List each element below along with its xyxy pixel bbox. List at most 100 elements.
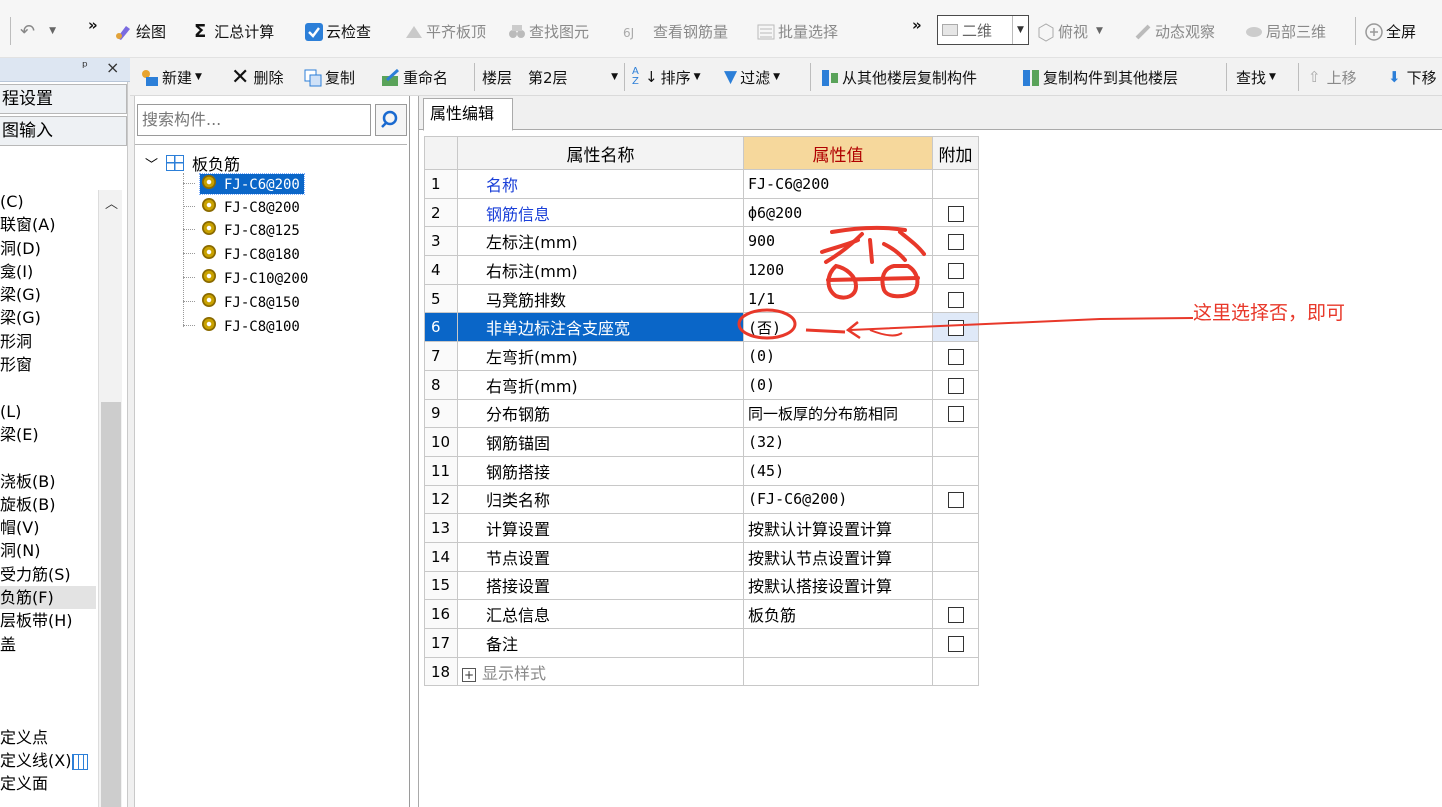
list-item[interactable]: 洞(N) [0, 539, 98, 562]
list-item[interactable] [0, 679, 98, 702]
list-item[interactable]: 定义点 [0, 726, 98, 749]
floor-select[interactable]: 第2层 ▼ [528, 63, 620, 91]
table-row[interactable]: 2 钢筋信息 ф6@200 [424, 197, 979, 228]
top-view-button[interactable]: 俯视 ▼ [1036, 17, 1103, 45]
list-item-selected[interactable]: 负筋(F) [0, 586, 96, 610]
extra-checkbox[interactable] [947, 607, 964, 624]
tree-node[interactable]: FJ-C8@125 [183, 218, 304, 241]
property-group-toggle[interactable]: + 显示样式 [457, 656, 744, 687]
table-row[interactable]: 3 左标注(mm) 900 [424, 226, 979, 257]
view-rebar-button[interactable]: 6J 查看钢筋量 [623, 17, 728, 45]
list-item[interactable]: 梁(E) [0, 423, 98, 446]
extra-checkbox[interactable] [947, 406, 964, 423]
left-panel-scrollbar[interactable]: ︿ [98, 190, 122, 807]
collapse-chevron-icon[interactable]: ﹀ [145, 154, 158, 173]
pin-icon[interactable]: ᵖ [82, 59, 88, 75]
extra-checkbox[interactable] [947, 291, 964, 308]
table-row[interactable]: 14 节点设置 按默认节点设置计算 [424, 541, 979, 572]
extra-checkbox[interactable] [947, 262, 964, 279]
list-item[interactable]: 盖 [0, 633, 98, 656]
list-item[interactable]: 形窗 [0, 353, 98, 376]
panel-splitter[interactable] [127, 82, 135, 807]
list-item[interactable]: (C) [0, 190, 98, 213]
extra-header[interactable]: 附加 [932, 136, 979, 170]
property-value[interactable]: 板负筋 [743, 599, 933, 629]
property-value[interactable]: (0) [743, 341, 933, 371]
extra-checkbox[interactable] [947, 348, 964, 365]
property-value-editing[interactable]: (否) [743, 312, 933, 343]
find-button[interactable]: 查找 ▼ [1236, 63, 1276, 91]
extra-checkbox[interactable] [947, 234, 964, 251]
move-down-button[interactable]: ⬇ 下移 [1388, 63, 1437, 91]
table-row[interactable]: 4 右标注(mm) 1200 [424, 255, 979, 285]
list-item[interactable]: 旋板(B) [0, 493, 98, 516]
property-value[interactable]: (FJ-C6@200) [743, 484, 933, 515]
filter-button[interactable]: ▼ 过滤 ▼ [724, 63, 780, 91]
extra-checkbox[interactable] [947, 377, 964, 394]
list-item[interactable]: 联窗(A) [0, 213, 98, 236]
orbit-button[interactable]: 动态观察 [1133, 17, 1215, 45]
copy-to-floor-button[interactable]: 复制构件到其他楼层 [1021, 63, 1178, 91]
expand-plus-icon[interactable]: + [462, 667, 476, 682]
table-row[interactable]: 18 + 显示样式 [424, 656, 979, 687]
property-value[interactable]: ф6@200 [743, 197, 933, 228]
rename-button[interactable]: 重命名 [381, 63, 448, 91]
table-row[interactable]: 8 右弯折(mm) (0) [424, 369, 979, 400]
list-item[interactable]: 洞(D) [0, 237, 98, 260]
property-value[interactable] [743, 656, 933, 687]
list-item[interactable]: 层板带(H) [0, 609, 98, 632]
list-item[interactable]: (L) [0, 400, 98, 423]
sum-calc-button[interactable]: Σ 汇总计算 [194, 17, 274, 45]
property-value[interactable]: (0) [743, 369, 933, 400]
list-item[interactable]: 定义线(X) [0, 749, 98, 772]
table-row[interactable]: 13 计算设置 按默认计算设置计算 [424, 513, 979, 543]
overflow-chevron-icon[interactable]: » [912, 11, 922, 39]
extra-checkbox[interactable] [947, 635, 964, 652]
find-element-button[interactable]: 查找图元 [507, 17, 589, 45]
local-3d-button[interactable]: 局部三维 [1244, 17, 1326, 45]
sort-button[interactable]: AZ ↓ 排序 ▼ [632, 63, 701, 91]
property-value[interactable]: (45) [743, 455, 933, 486]
table-row-selected[interactable]: 6 非单边标注含支座宽 (否) [424, 312, 979, 343]
extra-checkbox[interactable] [947, 205, 964, 222]
table-row[interactable]: 16 汇总信息 板负筋 [424, 599, 979, 629]
table-row[interactable]: 10 钢筋锚固 (32) [424, 427, 979, 457]
property-value-header[interactable]: 属性值 [743, 136, 933, 170]
property-value[interactable] [743, 628, 933, 658]
draw-button[interactable]: 绘图 [114, 17, 166, 45]
property-name-header[interactable]: 属性名称 [457, 136, 744, 170]
list-item[interactable]: 梁(G) [0, 283, 98, 306]
fullscreen-button[interactable]: 全屏 [1364, 17, 1416, 45]
table-row[interactable]: 5 马凳筋排数 1/1 [424, 283, 979, 314]
list-item[interactable]: 龛(I) [0, 260, 98, 283]
extra-checkbox[interactable] [947, 320, 964, 337]
copy-button[interactable]: 复制 [303, 63, 355, 91]
property-value[interactable]: 按默认搭接设置计算 [743, 570, 933, 601]
extra-checkbox[interactable] [947, 492, 964, 509]
property-value[interactable]: FJ-C6@200 [743, 169, 933, 199]
align-top-button[interactable]: 平齐板顶 [404, 17, 486, 45]
table-row[interactable]: 11 钢筋搭接 (45) [424, 455, 979, 486]
property-value[interactable]: 同一板厚的分布筋相同 [743, 398, 933, 429]
new-button[interactable]: 新建 ▼ [140, 63, 202, 91]
cloud-check-button[interactable]: 云检查 [304, 17, 371, 45]
delete-button[interactable]: ✕ 删除 [231, 63, 283, 91]
list-item[interactable] [0, 376, 98, 399]
list-item[interactable]: 帽(V) [0, 516, 98, 539]
copy-from-floor-button[interactable]: 从其他楼层复制构件 [820, 63, 977, 91]
list-item[interactable] [0, 446, 98, 469]
property-value[interactable]: (32) [743, 427, 933, 457]
move-up-button[interactable]: ⇧ 上移 [1308, 63, 1357, 91]
list-item[interactable]: 定义面 [0, 772, 98, 795]
batch-select-button[interactable]: 批量选择 [756, 17, 838, 45]
table-row[interactable]: 7 左弯折(mm) (0) [424, 341, 979, 371]
table-row[interactable]: 9 分布钢筋 同一板厚的分布筋相同 [424, 398, 979, 429]
list-item[interactable]: 形洞 [0, 330, 98, 353]
search-input[interactable]: 搜索构件... [137, 104, 371, 136]
project-settings-tab[interactable]: 程设置 [0, 84, 127, 114]
list-item[interactable]: 浇板(B) [0, 470, 98, 493]
table-row[interactable]: 12 归类名称 (FJ-C6@200) [424, 484, 979, 515]
property-value[interactable]: 按默认节点设置计算 [743, 541, 933, 572]
table-row[interactable]: 1 名称 FJ-C6@200 [424, 169, 979, 199]
tree-node[interactable]: FJ-C8@200 [183, 195, 304, 218]
